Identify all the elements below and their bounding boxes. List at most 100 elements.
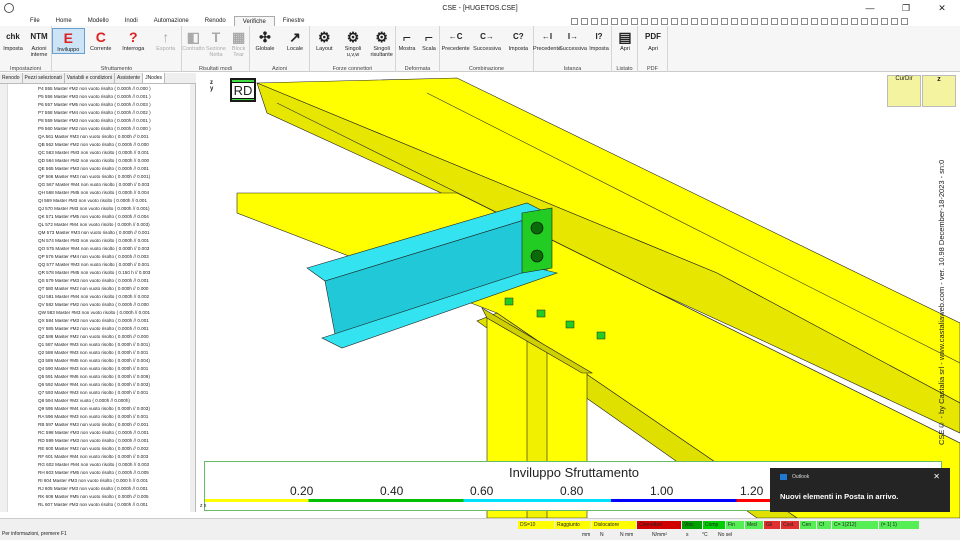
list-item[interactable]: QW 583 Master #M3 non vuoto risolto ( 0.… <box>38 308 194 316</box>
toolbar-icon[interactable] <box>731 17 738 25</box>
list-item[interactable]: P7 558 Master #M4 non vuoto risolto ( 0.… <box>38 108 194 116</box>
list-item[interactable]: RH 603 Master #M5 non vuoto risolto ( 0.… <box>38 468 194 476</box>
list-item[interactable]: RG 602 Master #M4 non vuoto risolto ( 0.… <box>38 460 194 468</box>
panel-tab-jnodes[interactable]: JNodes <box>143 73 166 83</box>
panel-tab-renodo[interactable]: Renodo <box>0 73 23 83</box>
toolbar-icon[interactable] <box>631 17 638 25</box>
toolbar-icon[interactable] <box>601 17 608 25</box>
list-item[interactable]: QS 579 Master #M3 non vuoto risolto ( 0.… <box>38 276 194 284</box>
list-item[interactable]: Q2 588 Master #M3 non vuoto risolto ( 0.… <box>38 348 194 356</box>
imposta-button[interactable]: I? Imposta <box>586 28 612 53</box>
sezione-netta-button[interactable]: T Sezione Netta <box>205 28 228 58</box>
list-item[interactable]: RC 598 Master #M3 non vuoto risolto ( 0.… <box>38 428 194 436</box>
list-item[interactable]: RF 601 Master #M4 non vuoto risolto ( 0.… <box>38 452 194 460</box>
locale-button[interactable]: ↗ Locale <box>280 28 310 52</box>
corrente-button[interactable]: C Corrente <box>85 28 118 52</box>
toolbar-icon[interactable] <box>841 17 848 25</box>
toolbar-icon[interactable] <box>861 17 868 25</box>
list-item[interactable]: QE 565 Master #M3 non vuoto risolto ( 0.… <box>38 164 194 172</box>
toolbar-icon[interactable] <box>821 17 828 25</box>
close-window-button[interactable]: ✕ <box>924 0 960 16</box>
list-item[interactable]: QH 568 Master #M5 non vuoto risolto ( 0.… <box>38 188 194 196</box>
toolbar-icon[interactable] <box>671 17 678 25</box>
maximize-button[interactable]: ❐ <box>888 0 924 16</box>
toolbar-icon[interactable] <box>791 17 798 25</box>
list-item[interactable]: QG 567 Master #M4 non vuoto risolto ( 0.… <box>38 180 194 188</box>
toolbar-icon[interactable] <box>781 17 788 25</box>
list-item[interactable]: Q8 594 Master #M2 vuoto ( 0.000h // 0.00… <box>38 396 194 404</box>
list-item[interactable]: QY 585 Master #M2 non vuoto risolto ( 0.… <box>38 324 194 332</box>
toolbar-icon[interactable] <box>741 17 748 25</box>
azioni-interne-button[interactable]: NTM Azioni interne <box>26 28 52 59</box>
curdir-button[interactable]: CurDir <box>887 75 921 107</box>
menu-file[interactable]: File <box>22 16 48 26</box>
list-item[interactable]: P9 560 Master #M2 non vuoto risolto ( 0.… <box>38 124 194 132</box>
list-item[interactable]: selRD 599 Master #M3 non vuoto risolto (… <box>38 436 194 444</box>
list-item[interactable]: Q1 587 Master #M3 non vuoto risolto ( 0.… <box>38 340 194 348</box>
successiva-button[interactable]: I→ Successiva <box>559 28 587 53</box>
menu-automazione[interactable]: Automazione <box>146 16 197 26</box>
scala-button[interactable]: ⌐ Scala <box>418 28 440 52</box>
list-item[interactable]: RE 600 Master #M2 non vuoto risolto ( 0.… <box>38 444 194 452</box>
menu-home[interactable]: Home <box>48 16 80 26</box>
notification-toast[interactable]: Outlook ✕ Nuovi elementi in Posta in arr… <box>770 468 950 512</box>
successiva-button[interactable]: C→ Successiva <box>471 28 502 53</box>
toolbar-icon[interactable] <box>801 17 808 25</box>
mostra-button[interactable]: ⌐ Mostra <box>396 28 418 52</box>
list-item[interactable]: Q6 592 Master #M4 non vuoto risolto ( 0.… <box>38 380 194 388</box>
singoli-u-v-w-button[interactable]: ⚙ Singoli u,v,w <box>339 28 368 58</box>
toolbar-icon[interactable] <box>831 17 838 25</box>
list-item[interactable]: QJ 570 Master #M3 non vuoto risolto ( 0.… <box>38 204 194 212</box>
list-item[interactable]: QN 574 Master #M3 non vuoto risolto ( 0.… <box>38 236 194 244</box>
toolbar-icon[interactable] <box>581 17 588 25</box>
apri-button[interactable]: ▤ Apri <box>612 28 638 52</box>
toolbar-icon[interactable] <box>641 17 648 25</box>
globale-button[interactable]: ✣ Globale <box>250 28 280 52</box>
list-item[interactable]: QV 582 Master #M2 non vuoto risolto ( 0.… <box>38 300 194 308</box>
toolbar-icon[interactable] <box>751 17 758 25</box>
precedente-button[interactable]: ←C Precedente <box>440 28 471 53</box>
list-item[interactable]: Q4 590 Master #M3 non vuoto risolto ( 0.… <box>38 364 194 372</box>
toolbar-icon[interactable] <box>761 17 768 25</box>
list-item[interactable]: QM 573 Master #M3 non vuoto risolto ( 0.… <box>38 228 194 236</box>
toast-close-button[interactable]: ✕ <box>933 472 940 481</box>
toolbar-icon[interactable] <box>701 17 708 25</box>
toolbar-icon[interactable] <box>771 17 778 25</box>
imposta-button[interactable]: chk Imposta <box>0 28 26 53</box>
toolbar-icon[interactable] <box>811 17 818 25</box>
layout-button[interactable]: ⚙ Layout <box>310 28 339 52</box>
list-item[interactable]: P6 557 Master #M5 non vuoto risolto ( 0.… <box>38 100 194 108</box>
list-item[interactable]: QC 563 Master #M3 non vuoto risolto ( 0.… <box>38 148 194 156</box>
list-item[interactable]: QT 580 Master #M2 non vuoto risolto ( 0.… <box>38 284 194 292</box>
list-item[interactable]: QA 561 Master #M3 non vuoto risolto ( 0.… <box>38 132 194 140</box>
inviluppo-button[interactable]: E Inviluppo <box>52 28 85 54</box>
list-item[interactable]: RK 606 Master #M5 non vuoto risolto ( 0.… <box>38 492 194 500</box>
list-item[interactable]: QO 575 Master #M4 non vuoto risolto ( 0.… <box>38 244 194 252</box>
toolbar-icon[interactable] <box>851 17 858 25</box>
toolbar-icon[interactable] <box>901 17 908 25</box>
menu-finestre[interactable]: Finestre <box>275 16 313 26</box>
list-item[interactable]: QD 564 Master #M2 non vuoto risolto ( 0.… <box>38 156 194 164</box>
block-tear-button[interactable]: ▦ Block Tear <box>227 28 250 58</box>
toolbar-icon[interactable] <box>611 17 618 25</box>
toolbar-icon[interactable] <box>711 17 718 25</box>
contratto-button[interactable]: ◧ Contratto <box>182 28 205 52</box>
menu-inodi[interactable]: Inodi <box>117 16 146 26</box>
toolbar-icon[interactable] <box>871 17 878 25</box>
list-item[interactable]: RL 607 Master #M3 non vuoto risolto ( 0.… <box>38 500 194 508</box>
imposta-button[interactable]: C? Imposta <box>503 28 534 53</box>
toolbar-icon[interactable] <box>721 17 728 25</box>
toolbar-icon[interactable] <box>661 17 668 25</box>
toolbar-icon[interactable] <box>691 17 698 25</box>
menu-verifiche[interactable]: Verifiche <box>233 16 275 26</box>
toolbar-icon[interactable] <box>881 17 888 25</box>
panel-tab-assistente[interactable]: Assistente <box>115 73 144 83</box>
list-item[interactable]: RB 597 Master #M3 non vuoto risolto ( 0.… <box>38 420 194 428</box>
list-item[interactable]: QP 576 Master #M4 non vuoto risolto ( 0.… <box>38 252 194 260</box>
list-item[interactable]: QQ 577 Master #M3 non vuoto risolto ( 0.… <box>38 260 194 268</box>
list-item[interactable]: QX 584 Master #M3 non vuoto risolto ( 0.… <box>38 316 194 324</box>
toolbar-icon[interactable] <box>651 17 658 25</box>
list-item[interactable]: P5 556 Master #M3 non vuoto risolto ( 0.… <box>38 92 194 100</box>
list-item[interactable]: QU 581 Master #M4 non vuoto risolto ( 0.… <box>38 292 194 300</box>
app-logo-icon[interactable] <box>4 3 14 13</box>
